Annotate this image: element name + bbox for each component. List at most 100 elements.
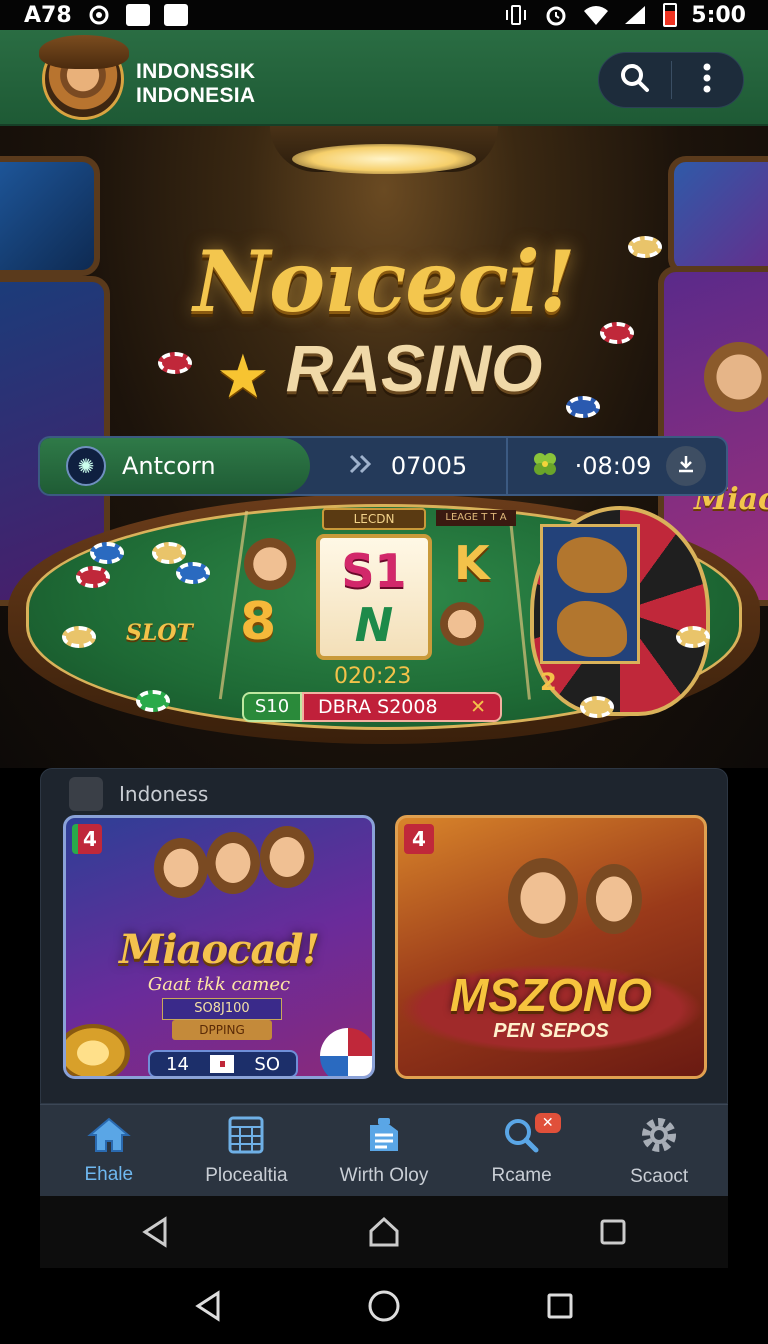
nav-notification-badge: ✕ xyxy=(534,1113,561,1133)
gold-coins-icon xyxy=(66,1024,130,1076)
signal-icon xyxy=(623,4,649,26)
games-section-header: Indoness xyxy=(69,777,208,811)
recents-icon[interactable] xyxy=(593,1212,633,1252)
nav-label: Wirth Oloy xyxy=(339,1164,429,1186)
nav-item-plocealtia[interactable]: Plocealtia xyxy=(178,1105,316,1196)
home-icon[interactable] xyxy=(364,1212,404,1252)
header-actions xyxy=(598,52,744,108)
calendar-grid-icon xyxy=(227,1115,265,1159)
games-section-title: Indoness xyxy=(119,782,209,806)
poker-chip-icon xyxy=(136,690,170,712)
slot-label: SLOT xyxy=(126,620,193,646)
poker-chip-icon xyxy=(62,626,96,648)
more-options-button[interactable] xyxy=(672,53,744,107)
game-plate: SO8J100 xyxy=(162,998,282,1020)
status-bar: A78 5:00 xyxy=(0,0,768,30)
player-avatar xyxy=(244,538,296,590)
number-eight: 8 xyxy=(240,592,277,652)
nav-label: Plocealtia xyxy=(205,1164,288,1186)
score-left: 14 xyxy=(166,1053,189,1075)
reel-tag: LECDN xyxy=(322,508,426,530)
game-score: 14 SO xyxy=(148,1050,298,1076)
poker-chip-icon xyxy=(676,626,710,648)
bet-info-text: DBRA S2008 xyxy=(318,696,438,718)
games-section: Indoness 4 Miaocad! Gaat tkk camec SO8J1… xyxy=(40,768,728,1104)
reel-symbol-bottom: N xyxy=(354,598,394,652)
home-icon[interactable] xyxy=(364,1286,404,1326)
close-icon[interactable]: ✕ xyxy=(470,694,486,720)
poker-chip-icon xyxy=(76,566,110,588)
brand-logo-avatar[interactable] xyxy=(39,35,129,120)
score-right: SO xyxy=(254,1053,280,1075)
game-badge: 4 xyxy=(72,824,102,854)
league-tag: LEAGE T T A xyxy=(436,510,516,526)
bet-amount-pill[interactable]: S10 xyxy=(242,692,302,722)
player-info-bar: ✺ Antcorn 07005 ·08:09 xyxy=(38,436,728,496)
nav-label: Scaoct xyxy=(630,1165,689,1187)
recents-icon[interactable] xyxy=(540,1286,580,1326)
compass-icon: ✺ xyxy=(66,446,106,486)
download-icon xyxy=(676,454,696,478)
poker-chip-icon xyxy=(90,542,124,564)
user-pill[interactable]: ✺ Antcorn xyxy=(40,438,310,494)
timer-value: ·08:09 xyxy=(574,452,652,480)
game-card-mszono[interactable]: 4 MSZONO PEN SEPOS xyxy=(395,815,707,1079)
app-system-nav xyxy=(40,1196,728,1268)
app-header: INDONSSIK INDONESIA xyxy=(0,30,768,126)
check-box-icon xyxy=(125,4,150,26)
clover-icon xyxy=(530,449,560,483)
home-icon xyxy=(87,1116,131,1158)
game-card-miaocad[interactable]: 4 Miaocad! Gaat tkk camec SO8J100 DPPING… xyxy=(63,815,375,1079)
bet-info-pill[interactable]: DBRA S2008 ✕ xyxy=(302,692,502,722)
nav-item-scaoct[interactable]: Scaoct xyxy=(590,1105,728,1196)
game-badge: 4 xyxy=(404,824,434,854)
code-display: 07005 xyxy=(310,452,506,480)
game-title: Miaocad! xyxy=(119,926,320,973)
horse-race-panel xyxy=(540,524,640,664)
alarm-icon xyxy=(543,4,569,26)
bottom-nav: Ehale Plocealtia Wirth Oloy ✕ Rcame Scao… xyxy=(40,1104,728,1196)
nav-item-wirth-oloy[interactable]: Wirth Oloy xyxy=(315,1105,453,1196)
nav-item-home[interactable]: Ehale xyxy=(40,1105,178,1196)
nav-label: Ehale xyxy=(84,1163,134,1185)
download-button[interactable] xyxy=(665,446,706,486)
code-value: 07005 xyxy=(390,452,468,480)
b-box-icon xyxy=(163,4,188,26)
poker-chip-icon xyxy=(580,696,614,718)
search-icon xyxy=(618,61,652,99)
hero-title: Noıceci! xyxy=(193,232,575,331)
poker-chip-icon xyxy=(152,542,186,564)
more-vert-icon xyxy=(702,63,712,97)
poker-chip-icon xyxy=(176,562,210,584)
flag-icon xyxy=(209,1055,234,1073)
back-icon[interactable] xyxy=(188,1286,228,1326)
roulette-icon xyxy=(320,1028,372,1076)
gear-icon xyxy=(638,1114,680,1160)
brand-name: INDONSSIK INDONESIA xyxy=(136,60,255,108)
document-list-icon xyxy=(364,1115,404,1159)
wifi-icon xyxy=(583,4,609,26)
section-avatar-icon xyxy=(69,777,103,811)
roulette-number: 2 xyxy=(540,668,557,696)
game-subtitle: PEN SEPOS xyxy=(493,1020,609,1042)
system-nav-bar xyxy=(0,1268,768,1344)
game-ribbon: DPPING xyxy=(172,1020,272,1040)
clock: 5:00 xyxy=(691,2,746,28)
battery-icon xyxy=(663,3,678,27)
game-subtitle: Gaat tkk camec xyxy=(147,974,291,995)
timer-display: ·08:09 xyxy=(506,438,726,494)
nav-item-rcame[interactable]: ✕ Rcame xyxy=(453,1105,591,1196)
slot-reel[interactable]: S1 N xyxy=(316,534,432,660)
brand-line-2: INDONESIA xyxy=(136,84,256,107)
dealer-avatar xyxy=(440,602,484,646)
search-button[interactable] xyxy=(599,53,671,107)
nav-label: Rcame xyxy=(491,1164,552,1186)
round-counter: 020:23 xyxy=(334,664,412,689)
hero-banner[interactable]: Miac Noıceci! ★ RASINO SLOT 8 LECDN LEAG… xyxy=(0,126,768,768)
settings-gear-icon xyxy=(86,4,112,26)
brand-line-1: INDONSSIK xyxy=(136,60,256,83)
carrier-label: A78 xyxy=(24,2,72,28)
card-k: K xyxy=(454,536,490,590)
game-title: MSZONO xyxy=(450,969,652,1021)
back-icon[interactable] xyxy=(135,1212,175,1252)
